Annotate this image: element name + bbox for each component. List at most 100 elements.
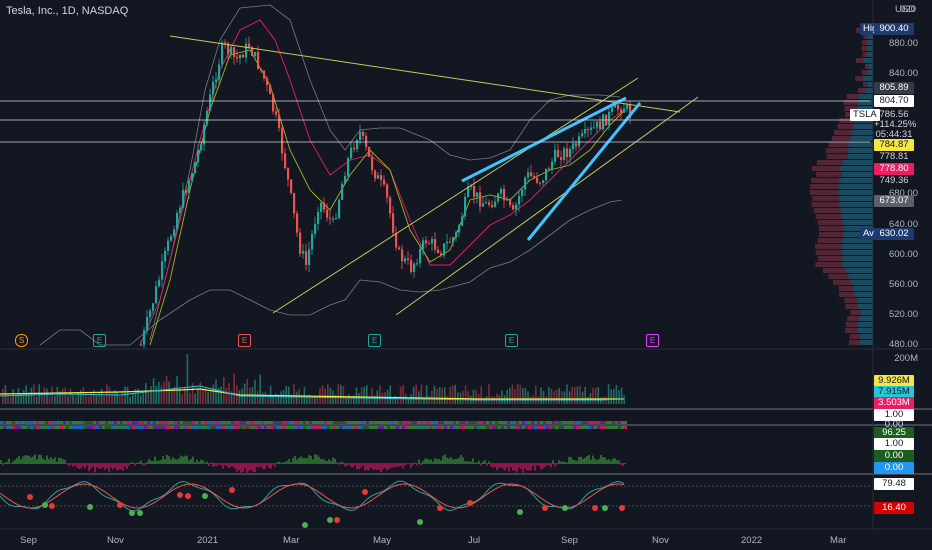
- band-cell: [144, 421, 147, 424]
- histogram-bar: [560, 461, 562, 464]
- histogram-bar: [430, 459, 432, 464]
- histogram-bar: [14, 459, 16, 464]
- histogram-bar: [42, 458, 44, 464]
- candle-body: [242, 54, 245, 58]
- price-chart[interactable]: [0, 0, 932, 550]
- volume-bar: [103, 394, 105, 404]
- volume-bar: [100, 388, 103, 404]
- volume-bar: [15, 395, 17, 404]
- candle-body: [437, 249, 440, 254]
- volume-profile-bar: [811, 202, 840, 207]
- candle-body: [161, 261, 164, 280]
- histogram-bar: [124, 463, 126, 467]
- band-cell: [240, 421, 243, 424]
- currency-label[interactable]: USD: [894, 4, 916, 16]
- histogram-bar: [492, 463, 494, 468]
- channel-lower-line[interactable]: [272, 77, 639, 314]
- band-cell: [3, 426, 6, 429]
- histogram-bar: [80, 463, 82, 469]
- volume-profile-bar: [845, 268, 873, 273]
- osc-signal-dot: [334, 517, 340, 523]
- volume-profile-bar: [815, 262, 842, 267]
- earnings-event-icon[interactable]: E: [93, 334, 106, 347]
- band-cell: [291, 426, 294, 429]
- earnings-event-icon[interactable]: E: [646, 334, 659, 347]
- histogram-bar: [410, 463, 412, 469]
- wedge-upper-line[interactable]: [461, 96, 627, 183]
- band-cell: [201, 421, 204, 424]
- band-cell: [3, 421, 6, 424]
- histogram-bar: [374, 463, 376, 470]
- osc-signal-dot: [49, 503, 55, 509]
- band-cell: [231, 426, 234, 429]
- volume-profile-bar: [839, 166, 873, 171]
- histogram-bar: [442, 455, 444, 464]
- histogram-bar: [406, 463, 408, 465]
- band-cell: [129, 421, 132, 424]
- histogram-bar: [512, 463, 514, 471]
- band-cell: [306, 421, 309, 424]
- band-cell: [249, 426, 252, 429]
- histogram-bar: [620, 463, 622, 465]
- histogram-bar: [40, 455, 42, 464]
- earnings-event-icon[interactable]: E: [368, 334, 381, 347]
- histogram-bar: [550, 463, 552, 468]
- earnings-event-icon[interactable]: E: [238, 334, 251, 347]
- volume-profile-bar: [866, 46, 873, 51]
- band-cell: [591, 421, 594, 424]
- volume-bar: [238, 390, 241, 404]
- candle-body: [185, 189, 188, 193]
- histogram-bar: [468, 461, 470, 464]
- volume-profile-bar: [842, 220, 873, 225]
- volume-bar: [363, 386, 365, 404]
- volume-bar: [28, 392, 30, 404]
- osc-signal-dot: [602, 505, 608, 511]
- channel-upper-line[interactable]: [395, 96, 699, 316]
- volume-profile-bar: [862, 40, 867, 45]
- earnings-event-icon[interactable]: E: [505, 334, 518, 347]
- histogram-bar: [98, 463, 100, 469]
- histogram-bar: [132, 462, 134, 464]
- volume-bar: [420, 384, 423, 404]
- volume-bar: [340, 384, 342, 404]
- band-cell: [204, 426, 207, 429]
- wedge-lower-line[interactable]: [526, 102, 642, 241]
- volume-profile-bar: [818, 256, 843, 261]
- histogram-bar: [232, 463, 234, 467]
- split-event-icon[interactable]: S: [15, 334, 28, 347]
- chart-title[interactable]: Tesla, Inc., 1D, NASDAQ: [6, 5, 128, 17]
- volume-profile-bar: [838, 292, 855, 297]
- band-cell: [363, 426, 366, 429]
- volume-profile-bar: [867, 82, 873, 87]
- histogram-bar: [400, 463, 402, 467]
- candle-body: [434, 238, 437, 250]
- band-cell: [531, 421, 534, 424]
- histogram-bar: [436, 459, 438, 464]
- band-cell: [603, 421, 606, 424]
- band-cell: [312, 426, 315, 429]
- histogram-bar: [540, 463, 542, 470]
- band-cell: [84, 421, 87, 424]
- histogram-bar: [600, 455, 602, 464]
- band-cell: [24, 426, 27, 429]
- band-cell: [624, 421, 627, 424]
- volume-bar: [464, 385, 467, 404]
- candle-body: [398, 247, 401, 250]
- histogram-bar: [0, 460, 2, 464]
- histogram-bar: [562, 461, 564, 464]
- band-cell: [378, 421, 381, 424]
- histogram-bar: [10, 463, 12, 465]
- candle-body: [518, 195, 521, 205]
- band-cell: [558, 421, 561, 424]
- histogram-bar: [422, 461, 424, 464]
- histogram-bar: [158, 460, 160, 464]
- histogram-bar: [30, 457, 32, 464]
- band-cell: [504, 426, 507, 429]
- osc-signal-dot: [202, 493, 208, 499]
- candle-body: [449, 241, 452, 243]
- band-cell: [573, 426, 576, 429]
- band-cell: [207, 426, 210, 429]
- candle-body: [563, 148, 566, 160]
- band-cell: [231, 421, 234, 424]
- candle-body: [584, 129, 587, 134]
